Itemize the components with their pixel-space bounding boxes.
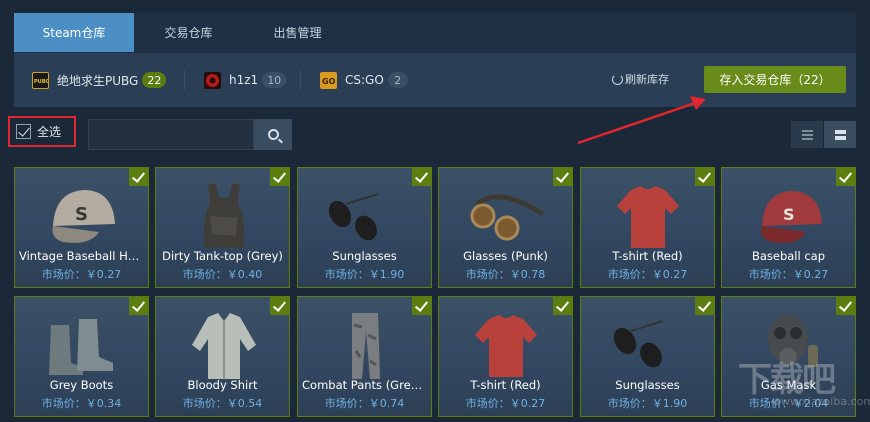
selected-check-icon bbox=[270, 168, 289, 186]
item-price: 市场价：￥0.74 bbox=[324, 397, 405, 410]
list-view-icon bbox=[801, 129, 813, 140]
refresh-inventory-button[interactable]: 刷新库存 bbox=[612, 71, 669, 87]
tab-steam-warehouse[interactable]: Steam仓库 bbox=[14, 13, 134, 52]
game-filter-csgo[interactable]: GO CS:GO 2 bbox=[320, 53, 408, 107]
list-view-button[interactable] bbox=[791, 121, 823, 148]
item-count-badge: 22 bbox=[142, 72, 167, 88]
item-name: Grey Boots bbox=[49, 378, 114, 392]
tshirt-icon bbox=[617, 186, 679, 248]
inventory-item[interactable]: Bloody Shirt 市场价：￥0.54 bbox=[155, 296, 290, 417]
sunglasses-icon bbox=[328, 193, 379, 241]
item-name: Dirty Tank-top (Grey) bbox=[162, 249, 283, 263]
item-price: 市场价：￥0.34 bbox=[41, 397, 122, 410]
item-price: 市场价：￥0.27 bbox=[607, 268, 688, 281]
checkbox-checked-icon bbox=[16, 124, 31, 139]
h1z1-icon bbox=[204, 71, 221, 89]
item-price: 市场价：￥0.78 bbox=[465, 268, 546, 281]
inventory-item[interactable]: Dirty Tank-top (Grey) 市场价：￥0.40 bbox=[155, 167, 290, 288]
search-button[interactable] bbox=[254, 119, 292, 150]
csgo-icon: GO bbox=[320, 71, 337, 89]
inventory-item[interactable]: S Baseball cap 市场价：￥0.27 bbox=[721, 167, 856, 288]
sunglasses-icon bbox=[613, 320, 664, 368]
refresh-icon bbox=[612, 73, 623, 85]
shirt-icon bbox=[192, 313, 256, 379]
svg-text:S: S bbox=[75, 204, 88, 225]
selected-check-icon bbox=[836, 168, 855, 186]
inventory-item[interactable]: Combat Pants (Grey… 市场价：￥0.74 bbox=[297, 296, 432, 417]
grid-view-button[interactable] bbox=[824, 121, 856, 148]
tab-trade-warehouse[interactable]: 交易仓库 bbox=[134, 13, 243, 52]
item-price: 市场价：￥0.27 bbox=[465, 397, 546, 410]
item-name: T-shirt (Red) bbox=[612, 249, 683, 263]
svg-text:S: S bbox=[783, 205, 795, 224]
boots-icon bbox=[49, 319, 113, 375]
svg-text:PUBG: PUBG bbox=[34, 79, 48, 85]
inventory-item[interactable]: T-shirt (Red) 市场价：￥0.27 bbox=[580, 167, 715, 288]
selected-check-icon bbox=[412, 168, 431, 186]
goggles-icon bbox=[470, 194, 545, 241]
watermark-logo: 下载吧 bbox=[738, 360, 836, 400]
divider bbox=[184, 70, 185, 90]
item-price: 市场价：￥1.90 bbox=[324, 268, 405, 281]
item-name: T-shirt (Red) bbox=[470, 378, 541, 392]
watermark-url: www.xiazaiba.com bbox=[772, 395, 870, 408]
tank-top-icon bbox=[203, 184, 245, 248]
item-count-badge: 10 bbox=[262, 72, 287, 88]
inventory-item[interactable]: T-shirt (Red) 市场价：￥0.27 bbox=[438, 296, 573, 417]
selected-check-icon bbox=[129, 297, 148, 315]
item-name: Bloody Shirt bbox=[187, 378, 258, 392]
pants-icon bbox=[352, 313, 380, 379]
game-filter-pubg[interactable]: PUBG 绝地求生PUBG 22 bbox=[32, 53, 167, 107]
select-all-checkbox[interactable]: 全选 bbox=[8, 116, 76, 147]
item-name: Vintage Baseball Ha… bbox=[19, 249, 144, 263]
refresh-label: 刷新库存 bbox=[625, 73, 669, 86]
item-name: Baseball cap bbox=[751, 249, 826, 263]
select-all-label: 全选 bbox=[37, 125, 62, 139]
selected-check-icon bbox=[836, 297, 855, 315]
selected-check-icon bbox=[553, 168, 572, 186]
game-name: 绝地求生PUBG bbox=[57, 73, 139, 88]
warehouse-tabs: Steam仓库 交易仓库 出售管理 bbox=[14, 13, 856, 53]
game-name: CS:GO bbox=[345, 73, 384, 87]
selected-check-icon bbox=[270, 297, 289, 315]
selected-check-icon bbox=[695, 297, 714, 315]
inventory-item[interactable]: Grey Boots 市场价：￥0.34 bbox=[14, 296, 149, 417]
tab-sales-management[interactable]: 出售管理 bbox=[243, 13, 352, 52]
item-price: 市场价：￥0.27 bbox=[41, 268, 122, 281]
grid-view-icon bbox=[834, 129, 846, 140]
game-filter-h1z1[interactable]: h1z1 10 bbox=[204, 53, 287, 107]
inventory-item[interactable]: S Vintage Baseball Ha… 市场价：￥0.27 bbox=[14, 167, 149, 288]
game-name: h1z1 bbox=[229, 73, 259, 87]
item-price: 市场价：￥0.27 bbox=[748, 268, 829, 281]
search-input[interactable] bbox=[88, 119, 254, 150]
divider bbox=[300, 70, 301, 90]
selected-check-icon bbox=[553, 297, 572, 315]
inventory-item[interactable]: Sunglasses 市场价：￥1.90 bbox=[580, 296, 715, 417]
item-name: Glasses (Punk) bbox=[463, 249, 548, 263]
deposit-to-trade-warehouse-button[interactable]: 存入交易仓库（22） bbox=[704, 66, 846, 93]
item-name: Sunglasses bbox=[332, 249, 397, 263]
item-price: 市场价：￥1.90 bbox=[607, 397, 688, 410]
item-name: Combat Pants (Grey… bbox=[302, 378, 427, 392]
svg-text:GO: GO bbox=[322, 77, 336, 86]
selected-check-icon bbox=[412, 297, 431, 315]
item-name: Sunglasses bbox=[615, 378, 680, 392]
baseball-cap-icon: S bbox=[52, 190, 115, 243]
selected-check-icon bbox=[695, 168, 714, 186]
selected-check-icon bbox=[129, 168, 148, 186]
inventory-item[interactable]: Glasses (Punk) 市场价：￥0.78 bbox=[438, 167, 573, 288]
tshirt-icon bbox=[475, 315, 537, 377]
item-count-badge: 2 bbox=[387, 72, 408, 88]
baseball-cap-icon: S bbox=[761, 191, 822, 243]
game-filter-bar: PUBG 绝地求生PUBG 22 h1z1 10 GO CS:GO 2 刷新库存… bbox=[14, 53, 856, 107]
item-price: 市场价：￥0.54 bbox=[182, 397, 263, 410]
pubg-icon: PUBG bbox=[32, 71, 50, 89]
inventory-item[interactable]: Sunglasses 市场价：￥1.90 bbox=[297, 167, 432, 288]
search-icon bbox=[267, 129, 279, 140]
item-price: 市场价：￥0.40 bbox=[182, 268, 263, 281]
